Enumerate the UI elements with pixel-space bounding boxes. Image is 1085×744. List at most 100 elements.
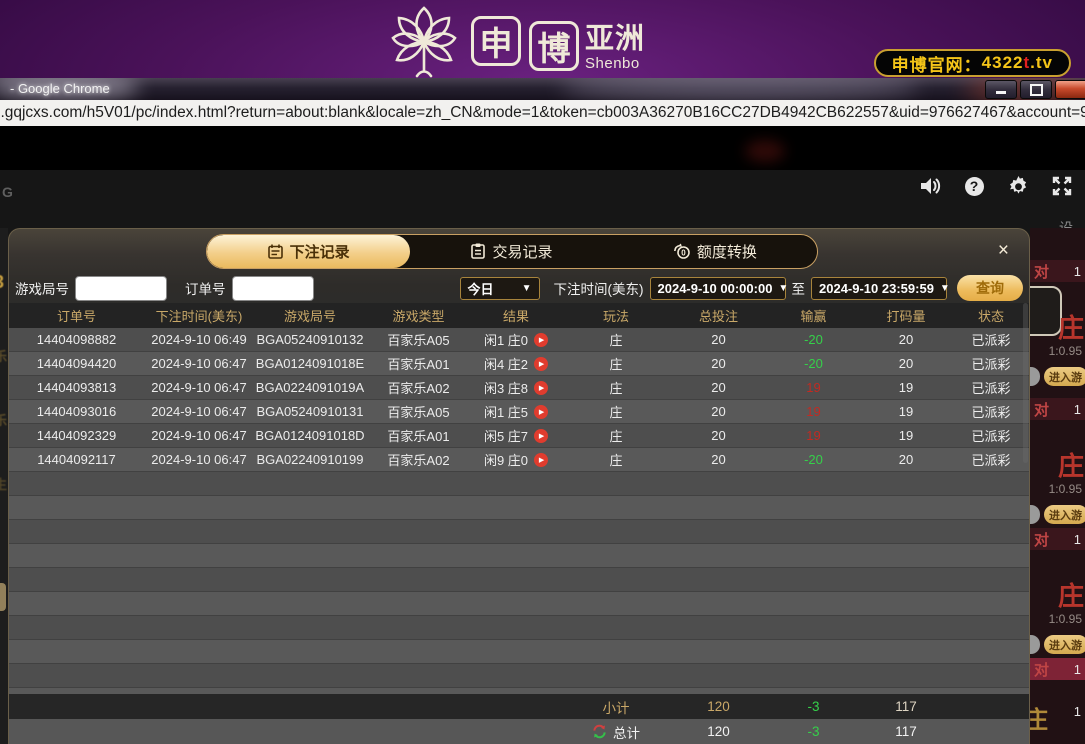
column-header: 下注时间(美东) [155,309,243,324]
speaker-icon[interactable] [919,175,941,197]
table-row: 14404098882 2024-9-10 06:49 BGA05240910132… [9,328,1029,352]
cell-order-no: 14404093813 [36,380,117,395]
table-row: 14404092329 2024-9-10 06:47 BGA0124091018D… [9,424,1029,448]
close-window-button[interactable] [1055,80,1085,99]
lobby-card-buttons: 进入游 [1030,367,1085,387]
time-from-select[interactable]: 2024-9-10 00:00:00 ▼ [649,276,788,300]
pair-count: 1 [1073,401,1081,417]
maximize-button[interactable] [1020,80,1052,99]
secondary-button-fragment[interactable] [1030,505,1040,524]
lobby-card-header: 对1 [1030,528,1085,550]
result-text: 闲3 庄8 [483,381,529,396]
tab-bet-records[interactable]: 下注记录 [207,234,411,268]
browser-urlbar[interactable]: i.gqjcxs.com/h5V01/pc/index.html?return=… [0,100,1085,127]
enter-game-button[interactable]: 进入游 [1044,367,1085,386]
cell-winloss: 19 [806,428,821,443]
aero-glass-highlight [560,78,920,100]
pair-bet-label: 对 [1034,531,1050,549]
subtotal-winloss: -3 [807,699,820,714]
lobby-card-buttons: 进入游 [1030,635,1085,655]
cell-order-no: 14404093016 [36,404,117,419]
page-fragment: 乐 [0,349,8,364]
play-icon[interactable]: ▶ [534,356,549,371]
column-header: 订单号 [56,309,96,324]
play-icon[interactable]: ▶ [534,332,549,347]
cell-turnover: 20 [898,452,914,467]
to-label: 至 [791,282,806,297]
left-page-sliver: 3 乐 乐 生 [0,228,8,744]
cell-order-no: 14404092329 [36,428,117,443]
close-icon[interactable]: × [998,241,1009,260]
search-button[interactable]: 查询 [957,275,1023,301]
column-header: 游戏类型 [392,309,445,324]
settings-gear-icon[interactable] [1007,175,1029,197]
scrollbar[interactable] [1023,303,1028,463]
cell-total-bet: 20 [711,356,726,371]
lobby-card-header: 对1 [1030,260,1085,282]
odds-label: 1:0.95 [1048,482,1082,496]
secondary-button-fragment[interactable] [1030,635,1040,654]
badge-suffix: .tv [1030,53,1053,72]
result-text: 闲1 庄5 [483,405,529,420]
fullscreen-icon[interactable] [1051,175,1073,197]
play-icon[interactable]: ▶ [534,404,549,419]
time-to-select[interactable]: 2024-9-10 23:59:59 ▼ [811,276,950,300]
cell-result: 闲4 庄2 ▶ [471,354,561,373]
lobby-card-header: 对1 [1030,658,1085,680]
cell-turnover: 19 [898,428,914,443]
cell-game-round: BGA05240910132 [256,332,364,347]
date-range-select[interactable]: 今日 ▼ [459,276,540,300]
dialog-filterbar: 游戏局号 订单号 今日 ▼ 下注时间(美东) 2024-9-10 00:00:0… [9,273,1029,303]
secondary-button-fragment[interactable] [1030,367,1040,386]
cell-game-type: 百家乐A05 [387,333,450,348]
play-icon[interactable]: ▶ [534,380,549,395]
tab-label: 额度转换 [696,243,757,261]
cell-status: 已派彩 [971,405,1011,420]
pair-count: 1 [1073,661,1081,677]
cell-play-type: 庄 [609,429,623,444]
pair-count: 1 [1073,263,1081,279]
cell-result: 闲9 庄0 ▶ [471,450,561,469]
site-header: 申 博 亚洲 Shenbo 申博官网： 4322 t .tv [0,0,1085,78]
calendar-icon [267,244,283,259]
page-fragment: 生 [0,477,8,492]
bet-time-label: 下注时间(美东) [553,282,644,297]
tab-pill: 下注记录 交易记录 0 额度转换 [206,233,818,269]
cell-winloss: -20 [804,332,823,347]
badge-red-char: t [1023,53,1031,72]
time-to-value: 2024-9-10 23:59:59 [819,280,934,296]
cell-order-no: 14404098882 [36,332,117,347]
enter-game-button[interactable]: 进入游 [1044,505,1085,524]
help-glyph: ? [969,178,979,194]
cell-result: 闲5 庄7 ▶ [471,426,561,445]
brand-char-1: 申 [479,25,513,62]
order-no-input[interactable] [231,275,314,301]
play-icon[interactable]: ▶ [534,428,549,443]
enter-game-button[interactable]: 进入游 [1044,635,1085,654]
tab-transaction-records[interactable]: 交易记录 [410,235,613,268]
page-black-band [0,126,1085,170]
browser-titlebar: - Google Chrome [0,78,1085,100]
svg-text:0: 0 [681,249,686,258]
brand-en: Shenbo [585,55,640,72]
banker-label: 庄 [1057,313,1084,343]
tab-credit-transfer[interactable]: 0 额度转换 [614,235,817,268]
subtotal-label: 小计 [602,700,630,716]
cell-total-bet: 20 [711,332,726,347]
play-icon[interactable]: ▶ [534,452,549,467]
banker-label: 庄 [1057,451,1084,481]
help-icon[interactable]: ? [963,175,985,197]
odds-label: 1:0.95 [1048,344,1082,358]
brand-right: 亚洲 Shenbo [585,25,645,72]
cell-game-round: BGA02240910199 [256,452,364,467]
column-header: 游戏局号 [283,309,336,324]
brand-char-box-2: 博 [529,21,579,71]
official-site-badge: 申博官网： 4322 t .tv [873,49,1071,77]
cell-winloss: 19 [806,404,821,419]
minimize-button[interactable] [985,80,1017,99]
pair-bet-label: 对 [1034,263,1050,281]
column-header: 总投注 [698,309,738,324]
game-round-input[interactable] [75,275,167,301]
refresh-icon[interactable] [592,724,607,739]
total-winloss: -3 [807,724,820,739]
